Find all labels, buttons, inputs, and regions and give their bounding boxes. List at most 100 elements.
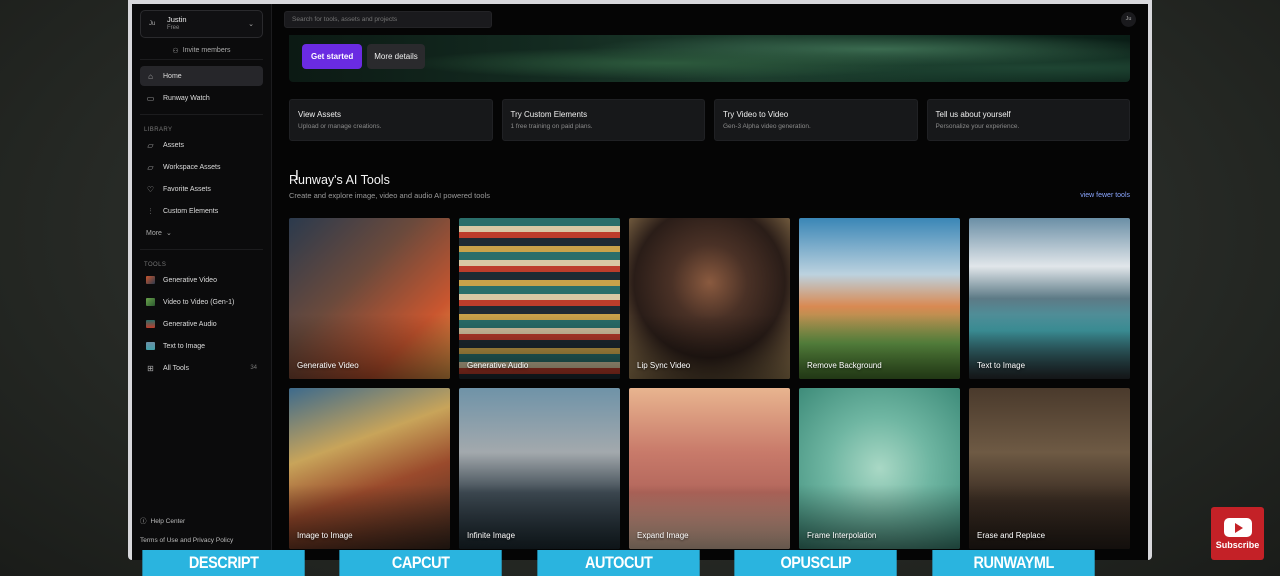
terms-link[interactable]: Terms of Use and Privacy Policy: [140, 531, 233, 550]
tool-tile-expand-image[interactable]: Expand Image: [629, 388, 790, 549]
tool-tile-label: Infinite Image: [467, 531, 516, 540]
view-fewer-tools-link[interactable]: view fewer tools: [1080, 192, 1130, 199]
sidebar: Ju Justin Free ⌄ ⚇ Invite members ⌂ Home…: [132, 4, 272, 560]
quick-card-video-to-video[interactable]: Try Video to Video Gen-3 Alpha video gen…: [714, 99, 918, 141]
quick-card-custom-elements[interactable]: Try Custom Elements 1 free training on p…: [501, 99, 705, 141]
banner-segment: RUNWAYML: [931, 550, 1095, 576]
sidebar-item-favorite-assets[interactable]: ♡ Favorite Assets: [140, 179, 263, 199]
tool-tile-label: Frame Interpolation: [807, 531, 877, 540]
banner-segment: CAPCUT: [339, 550, 503, 576]
tool-tile-label: Lip Sync Video: [637, 361, 691, 370]
runway-app: Ju Justin Free ⌄ ⚇ Invite members ⌂ Home…: [132, 4, 1148, 560]
library-section-label: LIBRARY: [144, 127, 173, 133]
help-center-link[interactable]: ⓘ Help Center: [140, 512, 233, 531]
sidebar-item-home[interactable]: ⌂ Home: [140, 66, 263, 86]
quick-card-subtitle: Personalize your experience.: [935, 123, 1020, 130]
chevron-down-icon: ⌄: [165, 230, 172, 237]
browser-frame: Ju Justin Free ⌄ ⚇ Invite members ⌂ Home…: [128, 0, 1152, 560]
quick-card-subtitle: 1 free training on paid plans.: [510, 123, 593, 130]
sidebar-item-label: Generative Video: [163, 276, 217, 284]
banner-segment: AUTOCUT: [537, 550, 700, 576]
folder-icon: ▱: [147, 140, 154, 150]
sidebar-item-label: Home: [163, 72, 182, 80]
hero-banner: Get started More details: [289, 35, 1130, 82]
sidebar-item-label: Workspace Assets: [163, 163, 221, 171]
invite-members-label: Invite members: [182, 47, 231, 54]
sidebar-item-video-to-video[interactable]: Video to Video (Gen-1): [140, 292, 263, 312]
banner-segment: OPUSCLIP: [734, 550, 898, 576]
subscribe-button[interactable]: Subscribe: [1211, 507, 1264, 560]
sidebar-item-runway-watch[interactable]: ▭ Runway Watch: [140, 88, 263, 108]
workspace-avatar: Ju: [149, 21, 156, 27]
tv-icon: ▭: [146, 93, 155, 103]
help-icon: ⓘ: [140, 518, 147, 525]
video-overlay-banner: DESCRIPT CAPCUT AUTOCUT OPUSCLIP RUNWAYM…: [128, 550, 1109, 576]
more-details-button[interactable]: More details: [367, 44, 425, 69]
workspace-name: Justin: [167, 15, 187, 24]
tool-tile-label: Generative Video: [297, 361, 359, 370]
invite-members-button[interactable]: ⚇ Invite members: [140, 42, 263, 60]
grid-icon: ⊞: [147, 363, 154, 373]
quick-cards: View Assets Upload or manage creations. …: [289, 99, 1130, 141]
main-content: Ju Get started More details View Assets …: [273, 4, 1148, 560]
quick-card-subtitle: Gen-3 Alpha video generation.: [723, 123, 811, 130]
sidebar-item-custom-elements[interactable]: ⫶ Custom Elements: [140, 201, 263, 221]
quick-card-about-yourself[interactable]: Tell us about yourself Personalize your …: [926, 99, 1130, 141]
generative-audio-thumb-icon: [146, 320, 155, 328]
tool-tile-generative-audio[interactable]: Generative Audio: [459, 218, 620, 379]
add-user-icon: ⚇: [172, 47, 179, 55]
sidebar-item-label: All Tools: [163, 364, 189, 372]
text-cursor-icon: I: [295, 169, 299, 184]
generative-video-thumb-icon: [146, 276, 155, 284]
more-label: More: [146, 229, 162, 237]
sidebar-item-assets[interactable]: ▱ Assets: [140, 135, 263, 155]
get-started-button[interactable]: Get started: [302, 44, 363, 69]
sidebar-more-toggle[interactable]: More ⌄: [140, 223, 263, 243]
user-avatar[interactable]: Ju: [1121, 11, 1136, 27]
tool-tile-infinite-image[interactable]: Infinite Image: [459, 388, 620, 549]
quick-card-title: Tell us about yourself: [935, 110, 1011, 119]
sidebar-item-label: Runway Watch: [163, 94, 210, 102]
tool-tile-label: Generative Audio: [467, 361, 529, 370]
home-icon: ⌂: [148, 71, 153, 81]
tool-tile-label: Text to Image: [977, 361, 1026, 370]
tool-tile-generative-video[interactable]: Generative Video: [289, 218, 450, 379]
sidebar-item-label: Text to Image: [163, 342, 206, 350]
sidebar-item-label: Favorite Assets: [163, 185, 211, 193]
search-input[interactable]: [284, 10, 492, 28]
tool-tile-erase-and-replace[interactable]: Erase and Replace: [969, 388, 1130, 549]
section-title: Runway's AI Tools: [289, 173, 390, 187]
tool-tile-remove-background[interactable]: Remove Background: [799, 218, 960, 379]
tool-tile-text-to-image[interactable]: Text to Image: [969, 218, 1130, 379]
divider: [140, 114, 263, 115]
divider: [140, 249, 263, 250]
sidebar-item-generative-audio[interactable]: Generative Audio: [140, 314, 263, 334]
sidebar-item-workspace-assets[interactable]: ▱ Workspace Assets: [140, 157, 263, 177]
workspace-switcher[interactable]: Ju Justin Free ⌄: [140, 10, 263, 38]
tools-count: 34: [250, 365, 257, 371]
video-to-video-thumb-icon: [146, 298, 155, 306]
tool-tile-frame-interpolation[interactable]: Frame Interpolation: [799, 388, 960, 549]
sidebar-item-all-tools[interactable]: ⊞ All Tools 34: [140, 358, 263, 378]
section-subtitle: Create and explore image, video and audi…: [289, 191, 490, 200]
tools-section-header: Runway's AI Tools Create and explore ima…: [289, 173, 1130, 200]
chevron-down-icon: ⌄: [248, 21, 254, 28]
workspace-plan: Free: [167, 25, 180, 31]
quick-card-subtitle: Upload or manage creations.: [298, 123, 382, 130]
sidebar-item-label: Assets: [163, 141, 185, 149]
text-to-image-thumb-icon: [146, 342, 155, 350]
tool-tile-lip-sync-video[interactable]: Lip Sync Video: [629, 218, 790, 379]
tool-tile-label: Image to Image: [297, 531, 353, 540]
heart-icon: ♡: [146, 184, 155, 194]
sidebar-item-generative-video[interactable]: Generative Video: [140, 270, 263, 290]
sidebar-item-text-to-image[interactable]: Text to Image: [140, 336, 263, 356]
sidebar-item-label: Custom Elements: [163, 207, 219, 215]
sidebar-item-label: Video to Video (Gen-1): [163, 298, 235, 306]
tool-tile-image-to-image[interactable]: Image to Image: [289, 388, 450, 549]
topbar: Ju: [273, 4, 1148, 34]
quick-card-view-assets[interactable]: View Assets Upload or manage creations.: [289, 99, 493, 141]
tool-tile-label: Erase and Replace: [977, 531, 1046, 540]
tool-grid: Generative Video Generative Audio Lip Sy…: [289, 218, 1130, 549]
tool-tile-label: Remove Background: [807, 361, 882, 370]
help-center-label: Help Center: [150, 518, 186, 525]
